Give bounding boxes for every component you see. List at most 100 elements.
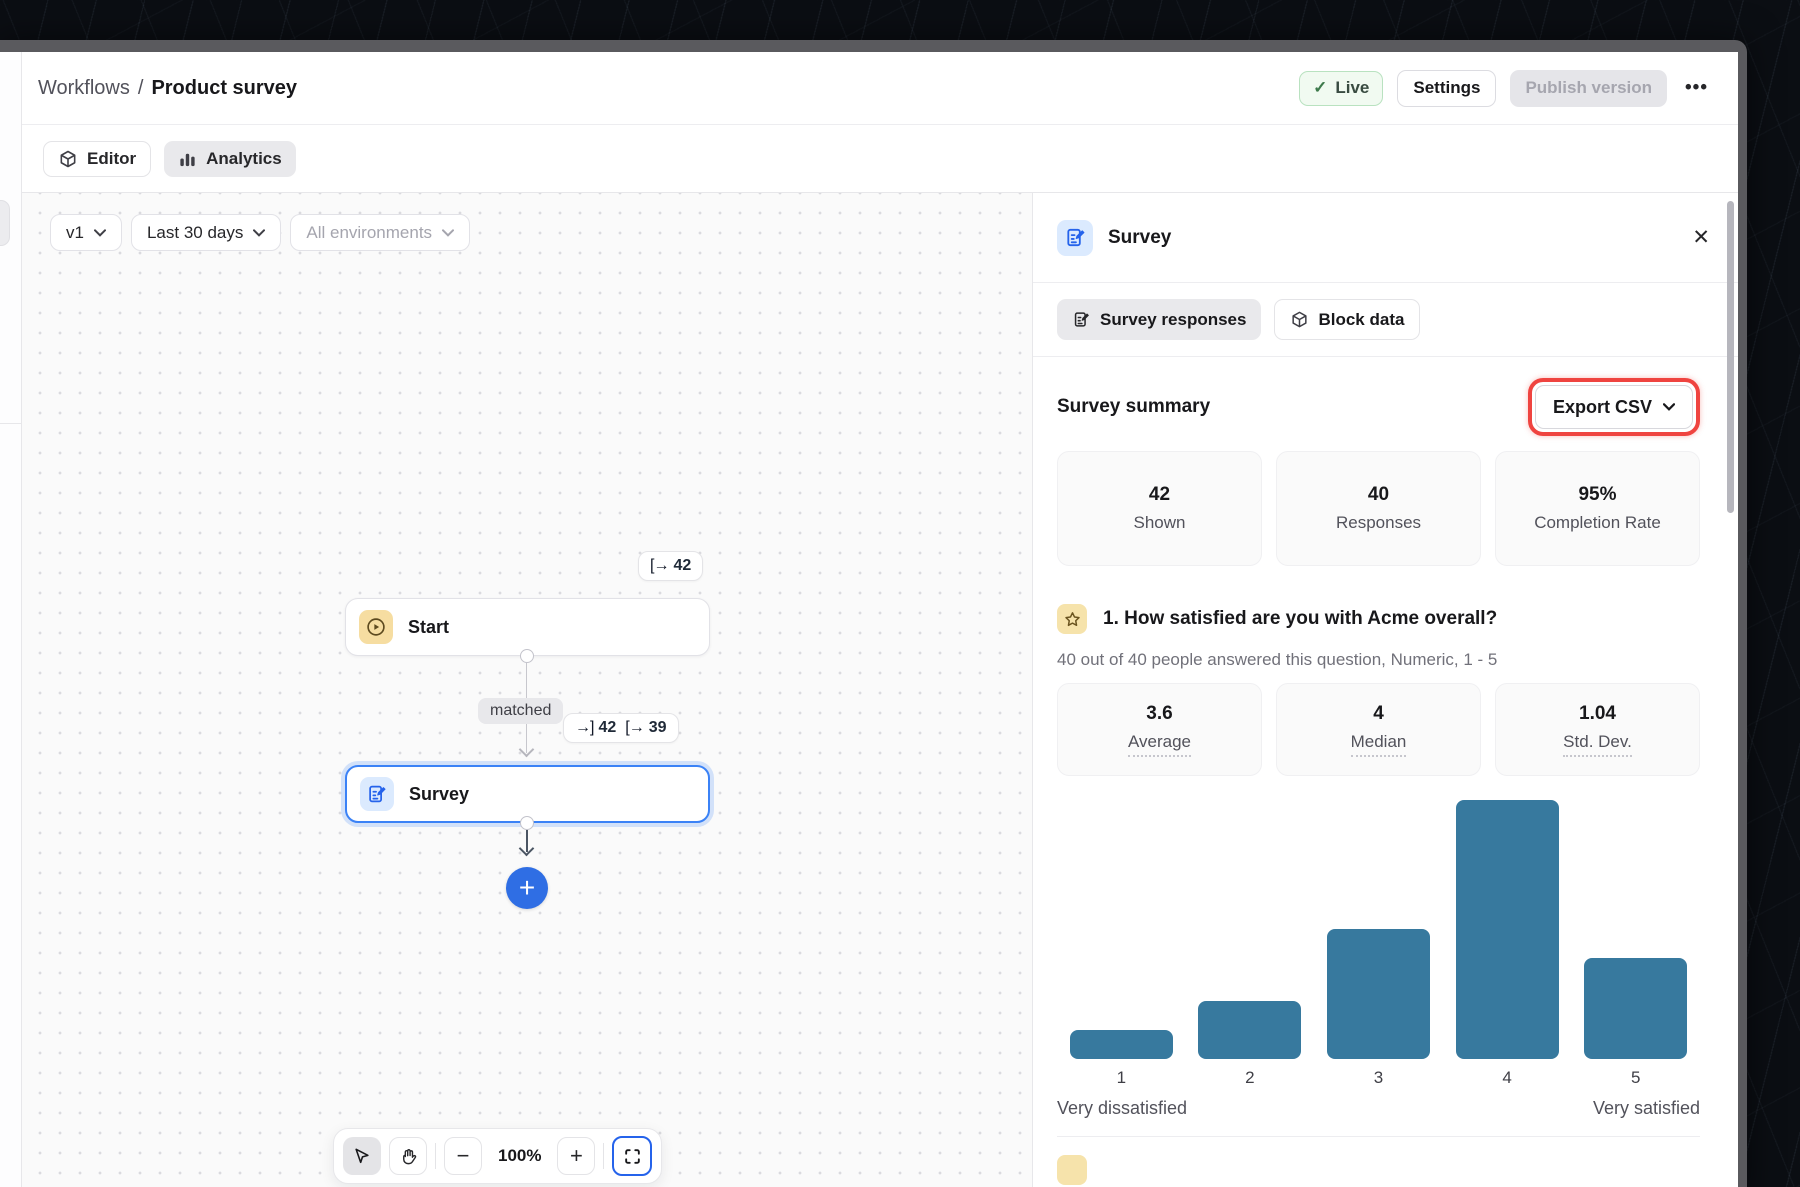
environment-dropdown[interactable]: All environments xyxy=(290,214,470,251)
chart-bar-1 xyxy=(1057,1030,1186,1059)
breadcrumb-current: Product survey xyxy=(151,77,297,100)
export-csv-button[interactable]: Export CSV xyxy=(1535,385,1693,429)
settings-button[interactable]: Settings xyxy=(1397,70,1496,107)
stat-value: 95% xyxy=(1578,484,1616,506)
stat-label: Median xyxy=(1351,732,1407,757)
canvas-filters: v1 Last 30 days All environments xyxy=(50,214,470,251)
live-label: Live xyxy=(1335,78,1369,98)
chart-tick-4: 4 xyxy=(1443,1068,1572,1088)
version-dropdown-value: v1 xyxy=(66,223,84,243)
plus-icon: + xyxy=(570,1145,583,1167)
stat-label: Shown xyxy=(1134,513,1186,533)
chevron-down-icon xyxy=(442,229,454,237)
toolbar-divider xyxy=(603,1143,604,1169)
minus-icon: − xyxy=(457,1145,470,1167)
stat-value: 1.04 xyxy=(1579,703,1616,725)
survey-summary-heading: Survey summary xyxy=(1057,396,1210,418)
response-distribution-chart: 12345 Very dissatisfied Very satisfied xyxy=(1057,799,1700,1119)
check-icon: ✓ xyxy=(1313,78,1327,98)
tab-analytics-label: Analytics xyxy=(206,149,282,169)
publish-version-button[interactable]: Publish version xyxy=(1510,70,1667,107)
version-dropdown[interactable]: v1 xyxy=(50,214,122,251)
cube-icon xyxy=(1290,310,1309,329)
stat-card-completion-rate: 95% Completion Rate xyxy=(1495,451,1700,566)
chart-bar-4 xyxy=(1443,800,1572,1059)
tab-block-data-label: Block data xyxy=(1318,310,1404,330)
cursor-icon xyxy=(352,1146,372,1166)
zoom-in-button[interactable]: + xyxy=(557,1137,595,1175)
toolbar-divider xyxy=(435,1143,436,1169)
pan-tool-button[interactable] xyxy=(389,1137,427,1175)
stat-value: 4 xyxy=(1373,703,1384,725)
stat-value: 40 xyxy=(1368,484,1389,506)
tab-analytics[interactable]: Analytics xyxy=(164,141,296,177)
enter-arrow-icon: →] xyxy=(575,719,593,737)
summary-stats-row: 42 Shown 40 Responses 95% Completion Rat… xyxy=(1057,451,1700,566)
canvas-toolbar: − 100% + xyxy=(333,1128,662,1184)
export-csv-highlight-ring: Export CSV xyxy=(1528,378,1700,436)
close-icon[interactable]: ✕ xyxy=(1692,227,1710,248)
fit-view-icon xyxy=(623,1147,642,1166)
chart-tick-5: 5 xyxy=(1571,1068,1700,1088)
chevron-down-icon xyxy=(253,229,265,237)
zoom-level: 100% xyxy=(490,1146,549,1166)
stat-card-average: 3.6 Average xyxy=(1057,683,1262,776)
cube-icon xyxy=(58,149,78,169)
tab-editor[interactable]: Editor xyxy=(43,141,151,177)
chart-bars xyxy=(1057,799,1700,1059)
start-exit-count-badge[interactable]: [→ 42 xyxy=(638,551,703,581)
stat-card-responses: 40 Responses xyxy=(1276,451,1481,566)
exit-arrow-icon: [→ xyxy=(625,719,643,737)
chevron-down-icon xyxy=(1663,403,1675,411)
panel-title: Survey xyxy=(1108,227,1171,249)
panel-header: Survey ✕ xyxy=(1033,193,1738,283)
stat-card-median: 4 Median xyxy=(1276,683,1481,776)
edge-arrowhead-dark xyxy=(519,841,535,857)
chart-bar-3 xyxy=(1314,929,1443,1059)
fit-view-button[interactable] xyxy=(612,1136,652,1176)
environment-dropdown-value: All environments xyxy=(306,223,432,243)
app-header: Workflows / Product survey ✓ Live Settin… xyxy=(22,52,1738,125)
breadcrumb-workflows[interactable]: Workflows xyxy=(38,77,130,100)
survey-enter-exit-badge[interactable]: →] 42 [→ 39 xyxy=(563,713,679,743)
survey-responses-icon xyxy=(1072,310,1091,329)
panel-scrollbar[interactable] xyxy=(1727,201,1734,513)
pointer-tool-button[interactable] xyxy=(343,1137,381,1175)
node-start[interactable]: Start xyxy=(345,598,710,656)
start-output-handle[interactable] xyxy=(520,649,534,663)
left-rail xyxy=(0,52,22,1187)
mode-tabbar: Editor Analytics xyxy=(22,126,1738,193)
breadcrumb: Workflows / Product survey xyxy=(38,77,297,100)
workflow-canvas[interactable]: v1 Last 30 days All environments [→ 42 xyxy=(22,193,1032,1187)
node-start-label: Start xyxy=(408,617,449,638)
breadcrumb-separator: / xyxy=(138,77,144,100)
survey-detail-panel: Survey ✕ Survey responses Block data xyxy=(1032,193,1738,1187)
tab-survey-responses-label: Survey responses xyxy=(1100,310,1246,330)
add-node-button[interactable]: + xyxy=(506,867,548,909)
node-survey-label: Survey xyxy=(409,784,469,805)
zoom-out-button[interactable]: − xyxy=(444,1137,482,1175)
survey-enter-count: 42 xyxy=(598,719,616,737)
axis-caption-right: Very satisfied xyxy=(1593,1098,1700,1119)
date-range-dropdown-value: Last 30 days xyxy=(147,223,243,243)
more-menu-button[interactable]: ••• xyxy=(1681,77,1712,99)
chart-bar-2 xyxy=(1186,1001,1315,1059)
question-title: 1. How satisfied are you with Acme overa… xyxy=(1103,608,1497,630)
rail-drag-handle[interactable] xyxy=(0,200,10,246)
panel-tabs: Survey responses Block data xyxy=(1033,283,1738,357)
stat-label: Responses xyxy=(1336,513,1421,533)
edge-label-matched[interactable]: matched xyxy=(478,698,563,724)
node-survey[interactable]: Survey xyxy=(345,765,710,823)
tab-survey-responses[interactable]: Survey responses xyxy=(1057,299,1261,340)
start-exit-count: 42 xyxy=(673,557,691,575)
tab-block-data[interactable]: Block data xyxy=(1274,299,1420,340)
survey-exit-count: 39 xyxy=(649,719,667,737)
chart-tick-3: 3 xyxy=(1314,1068,1443,1088)
survey-output-handle[interactable] xyxy=(520,816,534,830)
chart-tick-2: 2 xyxy=(1186,1068,1315,1088)
chart-bar-5 xyxy=(1571,958,1700,1059)
axis-caption-left: Very dissatisfied xyxy=(1057,1098,1187,1119)
date-range-dropdown[interactable]: Last 30 days xyxy=(131,214,281,251)
survey-icon xyxy=(360,777,394,811)
chart-tick-1: 1 xyxy=(1057,1068,1186,1088)
